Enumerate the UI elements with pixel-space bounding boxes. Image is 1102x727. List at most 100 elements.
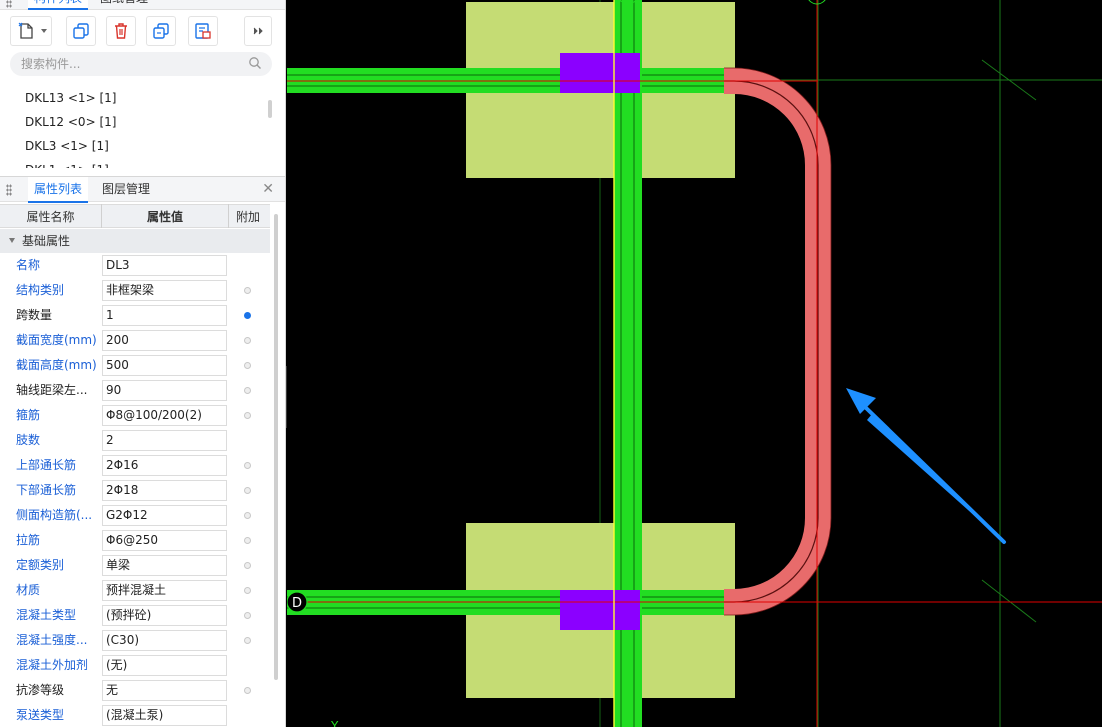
property-row[interactable]: 轴线距梁左... 90 [0,378,270,403]
property-value-field[interactable]: 500 [102,355,227,376]
property-row[interactable]: 混凝土外加剂 (无) [0,653,270,678]
property-value-field[interactable]: 单梁 [102,555,227,576]
property-row[interactable]: 混凝土强度... (C30) [0,628,270,653]
property-scrollbar[interactable] [274,214,278,680]
property-value-field[interactable]: 2 [102,430,227,451]
property-value-field[interactable]: 2Φ18 [102,480,227,501]
extra-checkbox[interactable] [244,687,251,694]
list-scrollbar[interactable] [268,100,272,118]
property-group-basic[interactable]: 基础属性 [0,229,270,253]
property-value-field[interactable]: (C30) [102,630,227,651]
property-row[interactable]: 拉筋 Φ6@250 [0,528,270,553]
extra-checkbox[interactable] [244,512,251,519]
property-row[interactable]: 材质 预拌混凝土 [0,578,270,603]
extra-checkbox[interactable] [244,612,251,619]
extra-checkbox[interactable] [244,337,251,344]
column-divider [228,204,229,228]
dropdown-arrow-icon[interactable] [41,29,47,33]
component-toolbar [10,14,280,48]
property-value-field[interactable]: 200 [102,330,227,351]
property-row[interactable]: 下部通长筋 2Φ18 [0,478,270,503]
property-value-field[interactable]: DL3 [102,255,227,276]
extra-checkbox[interactable] [244,587,251,594]
property-table-header: 属性名称 属性值 附加 [0,204,270,228]
group-label: 基础属性 [22,234,71,248]
new-component-button[interactable] [10,16,52,46]
property-value-field[interactable]: (混凝土泵) [102,705,227,726]
property-name: 肢数 [16,433,41,447]
tab-drawing-management[interactable]: 图纸管理 [100,0,148,10]
new-component-icon [18,22,33,39]
drawing-canvas[interactable]: D Y [287,0,1102,727]
tab-layer-management[interactable]: 图层管理 [102,177,150,203]
property-row[interactable]: 截面宽度(mm) 200 [0,328,270,353]
list-item[interactable]: DKL13 <1> [1] [0,86,280,110]
list-item[interactable]: DKL3 <1> [1] [0,134,280,158]
property-row[interactable]: 名称 DL3 [0,253,270,278]
property-name: 上部通长筋 [16,458,77,472]
component-list: DKL13 <1> [1] DKL12 <0> [1] DKL3 <1> [1]… [0,86,280,168]
property-name: 拉筋 [16,533,41,547]
column[interactable] [560,590,640,630]
extra-checkbox[interactable] [244,462,251,469]
delete-button[interactable] [106,16,136,46]
delete-icon [115,23,127,39]
property-value-field[interactable]: G2Φ12 [102,505,227,526]
property-row[interactable]: 跨数量 1 [0,303,270,328]
search-icon[interactable] [248,56,262,70]
extra-checkbox[interactable] [244,312,251,319]
property-value-field[interactable]: (预拌砼) [102,605,227,626]
property-row[interactable]: 结构类别 非框架梁 [0,278,270,303]
close-icon[interactable]: ✕ [262,181,274,197]
extra-checkbox[interactable] [244,637,251,644]
property-name: 材质 [16,583,41,597]
property-row[interactable]: 泵送类型 (混凝土泵) [0,703,270,727]
left-panel: 构件列表 图纸管理 搜索构件... DKL13 <1> [1] DKL12 <0… [0,0,286,727]
property-name: 泵送类型 [16,708,65,722]
extra-checkbox[interactable] [244,387,251,394]
extra-checkbox[interactable] [244,412,251,419]
component-tab-row: 构件列表 图纸管理 [0,0,285,10]
column[interactable] [560,53,640,93]
extra-checkbox[interactable] [244,562,251,569]
floor-copy-button[interactable] [188,16,218,46]
property-row[interactable]: 定额类别 单梁 [0,553,270,578]
extra-checkbox[interactable] [244,287,251,294]
list-item[interactable]: DKL12 <0> [1] [0,110,280,134]
property-row[interactable]: 箍筋 Φ8@100/200(2) [0,403,270,428]
property-value-field[interactable]: Φ8@100/200(2) [102,405,227,426]
column-extra: 附加 [235,210,260,224]
property-value-field[interactable]: 90 [102,380,227,401]
property-row[interactable]: 混凝土类型 (预拌砼) [0,603,270,628]
tab-property-list[interactable]: 属性列表 [28,177,89,203]
list-item[interactable]: DKL1 <1> [1] [0,158,280,168]
column-property-value: 属性值 [146,210,183,224]
tab-component-list[interactable]: 构件列表 [28,0,89,10]
column-divider [101,204,102,228]
property-value-field[interactable]: 无 [102,680,227,701]
property-value-field[interactable]: 1 [102,305,227,326]
search-input[interactable]: 搜索构件... [10,52,272,76]
property-name: 混凝土类型 [16,608,77,622]
property-value-field[interactable]: (无) [102,655,227,676]
extra-checkbox[interactable] [244,537,251,544]
property-row[interactable]: 截面高度(mm) 500 [0,353,270,378]
property-row[interactable]: 侧面构造筋(... G2Φ12 [0,503,270,528]
axis-label-d: D [292,596,302,611]
drag-grip[interactable] [6,0,12,8]
property-value-field[interactable]: Φ6@250 [102,530,227,551]
expand-triangle-icon[interactable] [9,238,15,243]
layer-copy-button[interactable] [146,16,176,46]
drag-grip[interactable] [6,184,12,196]
property-row[interactable]: 肢数 2 [0,428,270,453]
extra-checkbox[interactable] [244,362,251,369]
copy-button[interactable] [66,16,96,46]
extra-checkbox[interactable] [244,487,251,494]
property-value-field[interactable]: 2Φ16 [102,455,227,476]
property-value-field[interactable]: 预拌混凝土 [102,580,227,601]
more-button[interactable] [244,16,272,46]
property-row[interactable]: 上部通长筋 2Φ16 [0,453,270,478]
property-row[interactable]: 抗渗等级 无 [0,678,270,703]
property-name: 箍筋 [16,408,41,422]
property-value-field[interactable]: 非框架梁 [102,280,227,301]
